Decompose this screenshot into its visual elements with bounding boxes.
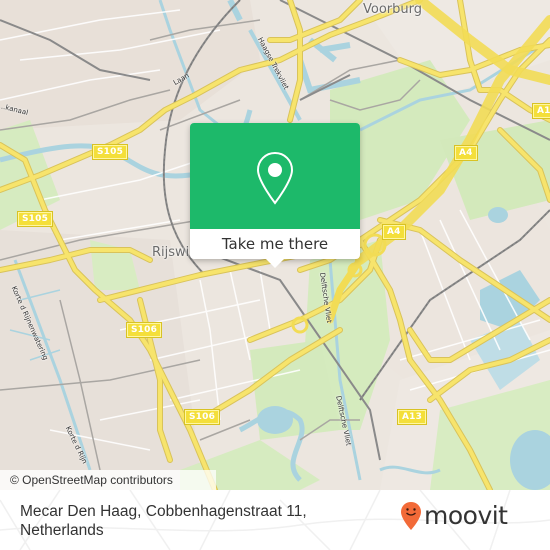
road-shield-a4: A4 <box>383 225 405 239</box>
road-shield-a12: A12 <box>533 104 550 118</box>
map-attribution[interactable]: © OpenStreetMap contributors <box>0 470 216 490</box>
popup-pointer <box>266 259 284 268</box>
footer: Mecar Den Haag, Cobbenhagenstraat 11, Ne… <box>0 490 550 550</box>
popup-header[interactable] <box>190 123 360 229</box>
road-shield-a4: A4 <box>455 146 477 160</box>
road-shield-a13: A13 <box>398 410 427 424</box>
place-label-voorburg: Voorburg <box>363 2 422 17</box>
road-shield-s106: S106 <box>185 410 220 424</box>
place-label-rijswijk: Rijswi <box>152 245 190 260</box>
moovit-pin-icon <box>401 502 421 530</box>
location-popup[interactable]: Take me there <box>190 123 360 268</box>
road-shield-s106: S106 <box>127 323 162 337</box>
road-shield-s105: S105 <box>18 212 53 226</box>
map[interactable]: Voorburg Rijswi Haagse Trekvliet Delftsc… <box>0 0 550 490</box>
road-shield-s105: S105 <box>93 145 128 159</box>
take-me-there-button[interactable]: Take me there <box>190 229 360 259</box>
map-pin-icon <box>256 151 294 205</box>
place-address: Mecar Den Haag, Cobbenhagenstraat 11, Ne… <box>20 503 307 539</box>
moovit-wordmark: moovit <box>424 501 508 530</box>
moovit-logo[interactable]: moovit <box>400 501 508 531</box>
